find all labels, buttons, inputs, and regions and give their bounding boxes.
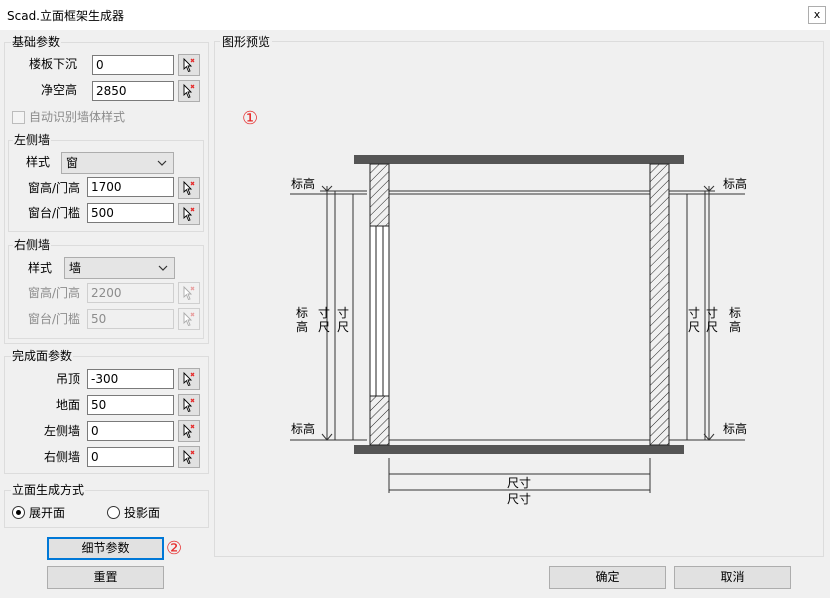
dim-horizontal-2: 尺寸 (507, 492, 532, 506)
top-slab (354, 155, 684, 164)
right-wall-block (649, 163, 670, 446)
dim-vertical-left-2: 寸 尺 (337, 306, 350, 334)
dim-vertical-right-1: 寸 尺 (688, 306, 701, 334)
dim-vertical-left-1: 寸 尺 (318, 306, 331, 334)
elev-label-bottom-left: 标高 (291, 422, 316, 436)
elev-label-bottom-right: 标高 (723, 422, 748, 436)
dim-horizontal-1: 尺寸 (507, 476, 532, 490)
left-wall-top-block (369, 163, 390, 227)
elev-vertical-right: 标 高 (729, 306, 742, 334)
elev-vertical-left: 标 高 (296, 306, 309, 334)
left-wall-bottom-block (369, 395, 390, 446)
elev-label-top-left: 标高 (291, 177, 316, 191)
left-wall-window (369, 225, 390, 397)
elevation-preview-drawing (290, 155, 745, 493)
dim-vertical-right-2: 寸 尺 (706, 306, 719, 334)
bottom-slab (354, 445, 684, 454)
elev-label-top-right: 标高 (723, 177, 748, 191)
